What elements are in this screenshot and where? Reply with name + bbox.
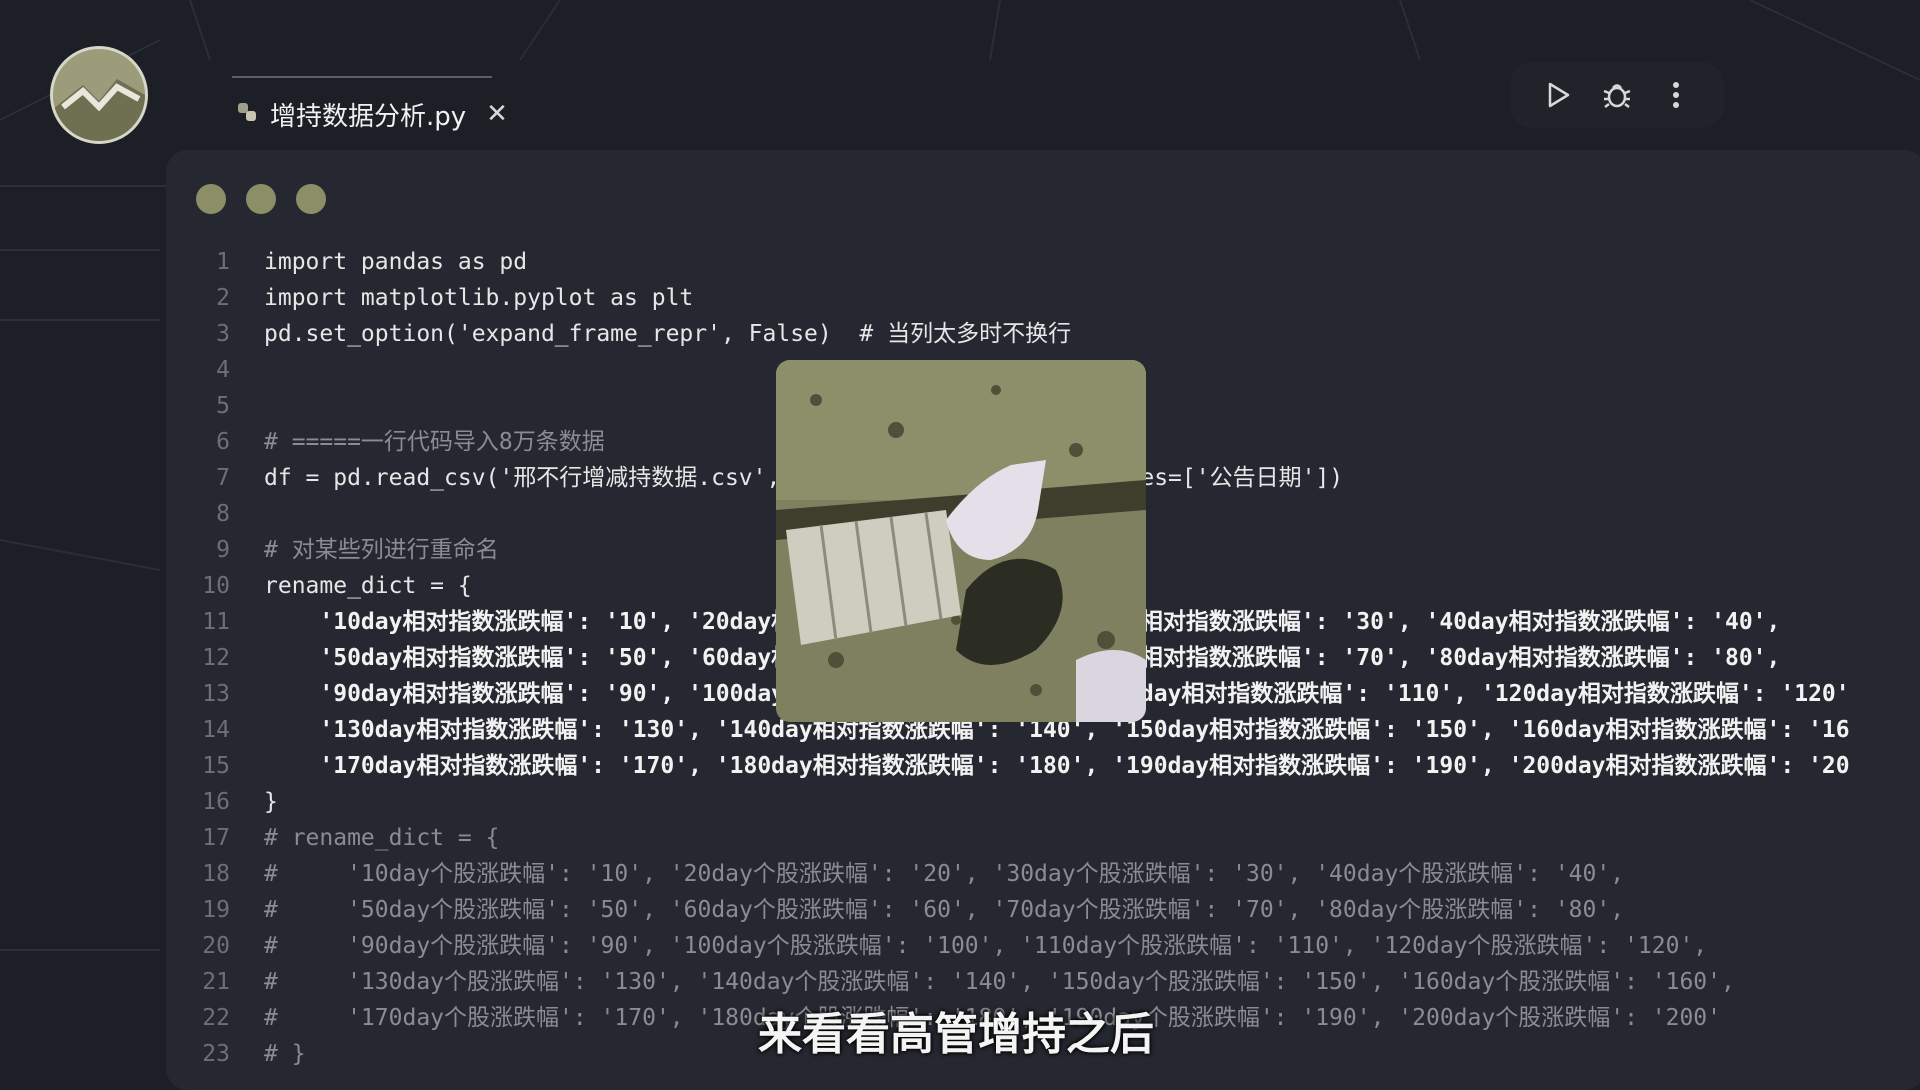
line-number: 14 — [202, 717, 230, 743]
line-text: # '130day个股涨跌幅': '130', '140day个股涨跌幅': '… — [264, 969, 1735, 995]
avatar-logo-icon — [53, 49, 145, 141]
line-number: 11 — [202, 609, 230, 635]
line-number: 20 — [202, 933, 230, 959]
window-controls — [196, 184, 326, 214]
line-number: 12 — [202, 645, 230, 671]
code-line[interactable]: 16} — [166, 784, 1920, 820]
line-text: # '90day个股涨跌幅': '90', '100day个股涨跌幅': '10… — [264, 933, 1708, 959]
code-line[interactable]: 19 # '50day个股涨跌幅': '50', '60day个股涨跌幅': '6… — [166, 892, 1920, 928]
line-number: 18 — [202, 861, 230, 887]
tab-file[interactable]: 增持数据分析.py ✕ — [216, 78, 516, 150]
code-line[interactable]: 21 # '130day个股涨跌幅': '130', '140day个股涨跌幅':… — [166, 964, 1920, 1000]
line-text — [230, 388, 264, 424]
debug-icon — [1603, 84, 1631, 108]
run-icon — [1548, 82, 1569, 108]
line-number: 4 — [216, 357, 230, 383]
line-number: 1 — [216, 249, 230, 275]
code-line[interactable]: 17 # rename_dict = { — [166, 820, 1920, 856]
run-button[interactable] — [1538, 75, 1578, 115]
code-line[interactable]: 2 import matplotlib.pyplot as plt — [166, 280, 1920, 316]
line-text: # } — [264, 1041, 306, 1067]
line-text: # rename_dict = { — [264, 825, 500, 851]
line-text: # '50day个股涨跌幅': '50', '60day个股涨跌幅': '60'… — [264, 897, 1625, 923]
close-icon[interactable]: ✕ — [486, 99, 508, 129]
line-text — [230, 496, 264, 532]
maximize-window-dot[interactable] — [296, 184, 326, 214]
debug-button[interactable] — [1597, 75, 1637, 115]
editor-toolbar — [1510, 62, 1724, 128]
line-number: 3 — [216, 321, 230, 347]
line-number: 5 — [216, 393, 230, 419]
line-text: # '10day个股涨跌幅': '10', '20day个股涨跌幅': '20'… — [264, 861, 1625, 887]
line-text: import matplotlib.pyplot as plt — [264, 285, 694, 311]
more-icon — [1673, 82, 1680, 108]
tab-filename: 增持数据分析.py — [270, 101, 467, 132]
video-subtitle: 来看看高管增持之后 — [758, 1009, 1154, 1060]
line-text — [230, 352, 264, 388]
line-number: 9 — [216, 537, 230, 563]
close-window-dot[interactable] — [196, 184, 226, 214]
python-file-icon — [236, 101, 258, 127]
avatar[interactable] — [50, 46, 148, 144]
line-number: 23 — [202, 1041, 230, 1067]
line-number: 8 — [216, 501, 230, 527]
line-number: 13 — [202, 681, 230, 707]
line-number: 17 — [202, 825, 230, 851]
line-number: 10 — [202, 573, 230, 599]
line-number: 21 — [202, 969, 230, 995]
cat-photo-overlay — [776, 360, 1146, 722]
line-number: 7 — [216, 465, 230, 491]
line-text: rename_dict = { — [264, 573, 472, 599]
more-button[interactable] — [1656, 75, 1696, 115]
code-line[interactable]: 15 '170day相对指数涨跌幅': '170', '180day相对指数涨跌… — [166, 748, 1920, 784]
line-text: pd.set_option('expand_frame_repr', False… — [264, 321, 1072, 347]
line-text: # 对某些列进行重命名 — [264, 537, 499, 563]
line-text: import pandas as pd — [264, 249, 528, 275]
code-line[interactable]: 1 import pandas as pd — [166, 244, 1920, 280]
minimize-window-dot[interactable] — [246, 184, 276, 214]
code-line[interactable]: 18 # '10day个股涨跌幅': '10', '20day个股涨跌幅': '2… — [166, 856, 1920, 892]
line-text: '170day相对指数涨跌幅': '170', '180day相对指数涨跌幅':… — [264, 753, 1850, 779]
line-number: 15 — [202, 753, 230, 779]
line-number: 2 — [216, 285, 230, 311]
line-text: } — [264, 789, 278, 815]
line-number: 22 — [202, 1005, 230, 1031]
line-text: # =====一行代码导入8万条数据 — [264, 429, 605, 455]
line-number: 6 — [216, 429, 230, 455]
code-line[interactable]: 20 # '90day个股涨跌幅': '90', '100day个股涨跌幅': '… — [166, 928, 1920, 964]
code-line[interactable]: 3 pd.set_option('expand_frame_repr', Fals… — [166, 316, 1920, 352]
line-number: 19 — [202, 897, 230, 923]
line-number: 16 — [202, 789, 230, 815]
